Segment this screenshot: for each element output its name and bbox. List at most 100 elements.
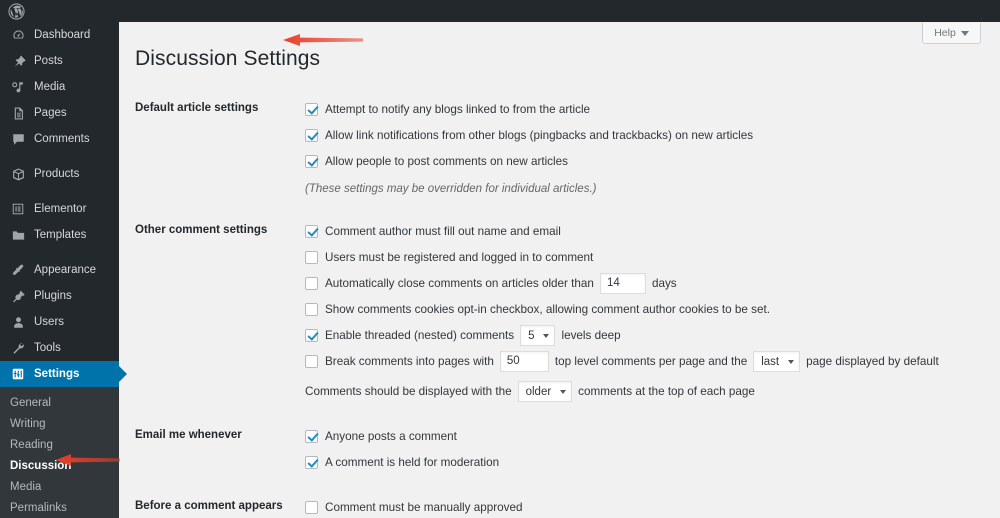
threaded-levels-select[interactable]: 5 xyxy=(520,325,556,346)
sidebar-separator-1 xyxy=(0,152,119,161)
option-allow-comments[interactable]: Allow people to post comments on new art… xyxy=(305,150,980,173)
sidebar-item-label: Pages xyxy=(34,107,67,119)
checkbox-manually-approved[interactable] xyxy=(305,501,318,514)
sidebar-item-users[interactable]: Users xyxy=(0,309,119,335)
checkbox-notify-blogs[interactable] xyxy=(305,103,318,116)
option-label: Comment must be manually approved xyxy=(325,501,523,514)
checkbox-threaded-comments[interactable] xyxy=(305,329,318,342)
option-author-name-email[interactable]: Comment author must fill out name and em… xyxy=(305,220,980,243)
row-spacer-3 xyxy=(135,478,990,492)
sidebar-item-label: Plugins xyxy=(34,290,72,302)
sidebar-subitem-discussion[interactable]: Discussion xyxy=(0,456,119,477)
checkbox-users-registered[interactable] xyxy=(305,251,318,264)
option-comment-held-moderation[interactable]: A comment is held for moderation xyxy=(305,451,980,474)
option-threaded-comments[interactable]: Enable threaded (nested) comments 5 leve… xyxy=(305,324,980,347)
sidebar-subitem-reading[interactable]: Reading xyxy=(0,435,119,456)
checkbox-comment-held-moderation[interactable] xyxy=(305,456,318,469)
option-label-before: Automatically close comments on articles… xyxy=(325,277,594,290)
checkbox-auto-close-comments[interactable] xyxy=(305,277,318,290)
sidebar-item-appearance[interactable]: Appearance xyxy=(0,257,119,283)
comment-order-select[interactable]: older xyxy=(517,381,573,402)
sidebar-item-products[interactable]: Products xyxy=(0,161,119,187)
discussion-settings-form: Default article settings Attempt to noti… xyxy=(135,94,990,518)
sidebar-subitem-writing[interactable]: Writing xyxy=(0,414,119,435)
sidebar-subitem-label: Discussion xyxy=(10,460,72,472)
sidebar-item-label: Products xyxy=(34,168,80,180)
section-heading-other-comment: Other comment settings xyxy=(135,224,268,236)
option-label-mid: top level comments per page and the xyxy=(554,355,748,368)
checkbox-allow-comments[interactable] xyxy=(305,155,318,168)
option-comment-display-order[interactable]: Comments should be displayed with the ol… xyxy=(305,380,980,403)
section-heading-default-article: Default article settings xyxy=(135,102,259,114)
sidebar-item-settings[interactable]: Settings xyxy=(0,361,127,387)
sidebar-item-label: Media xyxy=(34,81,66,93)
paintbrush-icon xyxy=(10,262,26,278)
option-manually-approved[interactable]: Comment must be manually approved xyxy=(305,496,980,518)
option-label: Show comments cookies opt-in checkbox, a… xyxy=(325,303,770,316)
option-label: Attempt to notify any blogs linked to fr… xyxy=(325,103,591,116)
comments-per-page-input[interactable]: 50 xyxy=(499,351,549,372)
sidebar-item-tools[interactable]: Tools xyxy=(0,335,119,361)
option-notify-blogs[interactable]: Attempt to notify any blogs linked to fr… xyxy=(305,98,980,121)
sidebar-separator-2 xyxy=(0,187,119,196)
option-label-after: comments at the top of each page xyxy=(578,385,755,398)
checkbox-allow-link-notifications[interactable] xyxy=(305,129,318,142)
row-other-comment-settings: Other comment settings Comment author mu… xyxy=(135,216,990,407)
admin-sidebar-menu: Dashboard Posts Media Pages Comments Pro… xyxy=(0,22,127,518)
row-spacer-1 xyxy=(135,202,990,216)
option-label-before: Enable threaded (nested) comments xyxy=(325,329,515,342)
wordpress-admin-screen: Dashboard Posts Media Pages Comments Pro… xyxy=(0,0,1000,518)
wordpress-logo-icon[interactable] xyxy=(8,3,25,20)
days-input[interactable]: 14 xyxy=(599,273,646,294)
sidebar-separator-3 xyxy=(0,248,119,257)
sidebar-item-comments[interactable]: Comments xyxy=(0,126,119,152)
option-cookies-optin[interactable]: Show comments cookies opt-in checkbox, a… xyxy=(305,298,980,321)
sidebar-item-dashboard[interactable]: Dashboard xyxy=(0,22,119,48)
user-icon xyxy=(10,314,26,330)
dashboard-icon xyxy=(10,27,26,43)
sidebar-item-elementor[interactable]: Elementor xyxy=(0,196,119,222)
email-me-options: Anyone posts a comment A comment is held… xyxy=(305,421,990,478)
page-icon xyxy=(10,105,26,121)
option-users-registered[interactable]: Users must be registered and logged in t… xyxy=(305,246,980,269)
default-article-note: (These settings may be overridden for in… xyxy=(305,183,597,195)
folder-icon xyxy=(10,227,26,243)
pin-icon xyxy=(10,53,26,69)
sidebar-item-label: Users xyxy=(34,316,65,328)
media-icon xyxy=(10,79,26,95)
checkbox-break-into-pages[interactable] xyxy=(305,355,318,368)
sidebar-item-media[interactable]: Media xyxy=(0,74,119,100)
sidebar-item-label: Dashboard xyxy=(34,29,91,41)
main-content-area: Help Discussion Settings Default article… xyxy=(119,22,1000,518)
sidebar-item-pages[interactable]: Pages xyxy=(0,100,119,126)
option-label: Users must be registered and logged in t… xyxy=(325,251,594,264)
plug-icon xyxy=(10,288,26,304)
option-label: Anyone posts a comment xyxy=(325,430,457,443)
checkbox-author-name-email[interactable] xyxy=(305,225,318,238)
sidebar-subitem-label: Writing xyxy=(10,418,46,430)
option-anyone-posts-comment[interactable]: Anyone posts a comment xyxy=(305,425,980,448)
help-button[interactable]: Help xyxy=(922,23,981,44)
sidebar-subitem-label: Media xyxy=(10,481,42,493)
option-allow-link-notifications[interactable]: Allow link notifications from other blog… xyxy=(305,124,980,147)
option-label-before: Break comments into pages with xyxy=(325,355,494,368)
help-button-label: Help xyxy=(934,27,956,39)
sidebar-item-label: Templates xyxy=(34,229,87,241)
row-before-comment-appears: Before a comment appears Comment must be… xyxy=(135,492,990,518)
sidebar-item-templates[interactable]: Templates xyxy=(0,222,119,248)
sidebar-subitem-media[interactable]: Media xyxy=(0,477,119,498)
option-label-before: Comments should be displayed with the xyxy=(305,385,512,398)
default-page-select[interactable]: last xyxy=(753,351,801,372)
sidebar-item-posts[interactable]: Posts xyxy=(0,48,119,74)
other-comment-options: Comment author must fill out name and em… xyxy=(305,216,990,407)
checkbox-cookies-optin[interactable] xyxy=(305,303,318,316)
option-label: Allow people to post comments on new art… xyxy=(325,155,568,168)
chevron-down-icon xyxy=(960,30,969,36)
option-label-after: days xyxy=(651,277,677,290)
option-break-into-pages[interactable]: Break comments into pages with 50 top le… xyxy=(305,350,980,373)
option-auto-close-comments[interactable]: Automatically close comments on articles… xyxy=(305,272,980,295)
sidebar-item-plugins[interactable]: Plugins xyxy=(0,283,119,309)
sidebar-subitem-general[interactable]: General xyxy=(0,393,119,414)
checkbox-anyone-posts-comment[interactable] xyxy=(305,430,318,443)
sidebar-subitem-permalinks[interactable]: Permalinks xyxy=(0,498,119,518)
